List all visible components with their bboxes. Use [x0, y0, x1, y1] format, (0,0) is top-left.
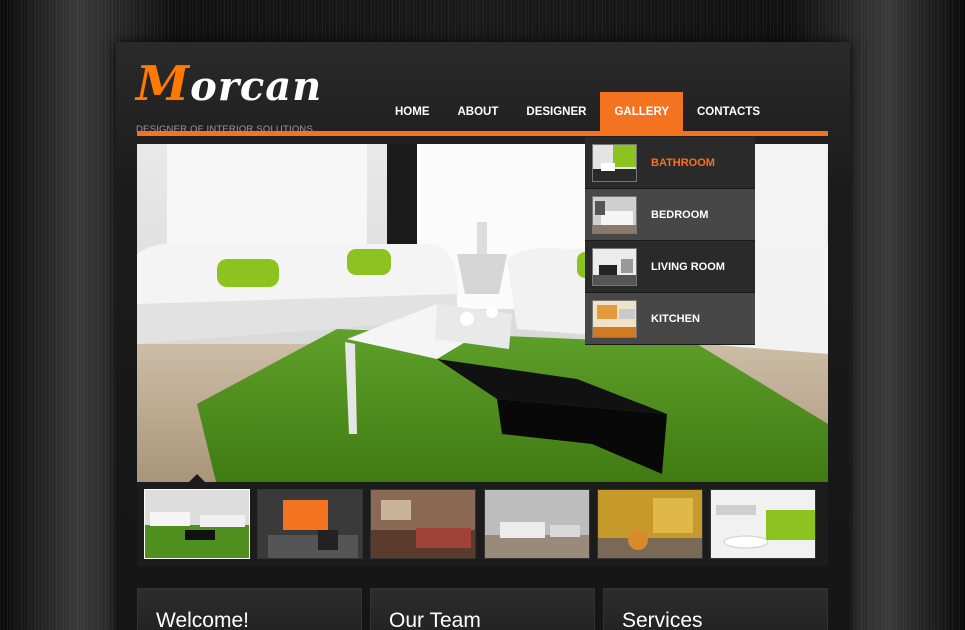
dropdown-label-living-room: LIVING ROOM: [651, 260, 725, 273]
dropdown-item-living-room[interactable]: LIVING ROOM: [585, 241, 755, 293]
services-box: Services: [603, 588, 828, 630]
logo-rest: orcan: [190, 63, 323, 110]
nav-contacts[interactable]: CONTACTS: [683, 92, 774, 132]
welcome-box: Welcome!: [137, 588, 362, 630]
logo-initial: M: [136, 56, 191, 112]
nav-about[interactable]: ABOUT: [444, 92, 513, 132]
thumbnail-5[interactable]: [597, 489, 703, 559]
bedroom-thumbnail: [592, 195, 637, 234]
team-heading: Our Team: [389, 609, 481, 630]
kitchen-thumbnail: [592, 299, 637, 338]
living-room-thumbnail: [592, 247, 637, 286]
content-columns: Welcome! Our Team Services: [137, 588, 828, 630]
team-box: Our Team: [370, 588, 595, 630]
bathroom-thumbnail: [592, 143, 637, 182]
thumbnail-6[interactable]: [710, 489, 816, 559]
thumbnail-strip: [137, 474, 828, 566]
thumbnail-pointer: [189, 474, 205, 482]
nav-home[interactable]: HOME: [381, 92, 444, 132]
dropdown-label-bedroom: BEDROOM: [651, 208, 709, 221]
thumbnail-3[interactable]: [370, 489, 476, 559]
page-container: Morcan DESIGNER OF INTERIOR SOLUTIONS HO…: [116, 42, 850, 630]
welcome-heading: Welcome!: [156, 609, 249, 630]
logo[interactable]: Morcan DESIGNER OF INTERIOR SOLUTIONS: [136, 60, 336, 135]
dropdown-label-bathroom: BATHROOM: [651, 156, 715, 169]
dropdown-item-bathroom[interactable]: BATHROOM: [585, 137, 755, 189]
dropdown-item-bedroom[interactable]: BEDROOM: [585, 189, 755, 241]
thumbnail-4[interactable]: [484, 489, 590, 559]
gallery-dropdown: BATHROOM BEDROOM LIVING ROOM KITCHEN: [585, 137, 755, 345]
dropdown-item-kitchen[interactable]: KITCHEN: [585, 293, 755, 345]
nav-designer[interactable]: DESIGNER: [512, 92, 600, 132]
dropdown-label-kitchen: KITCHEN: [651, 312, 700, 325]
services-heading: Services: [622, 609, 703, 630]
main-nav: HOME ABOUT DESIGNER GALLERY CONTACTS: [381, 92, 774, 132]
thumbnail-2[interactable]: [257, 489, 363, 559]
logo-wordmark: Morcan: [136, 60, 322, 111]
nav-gallery[interactable]: GALLERY: [600, 92, 683, 132]
thumbnail-1[interactable]: [144, 489, 250, 559]
header-divider: [137, 131, 828, 136]
